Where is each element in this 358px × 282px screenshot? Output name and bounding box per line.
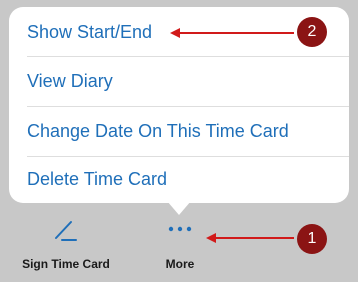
sign-time-card-label: Sign Time Card [22, 257, 110, 271]
menu-item-label: Show Start/End [27, 21, 153, 42]
callout-2: 2 [297, 17, 327, 47]
menu-item-label: Delete Time Card [27, 169, 168, 189]
menu-item-label: View Diary [27, 70, 113, 91]
screen: Show Start/End View Diary Change Date On… [0, 0, 358, 282]
more-label: More [165, 257, 195, 271]
menu-item-change-date[interactable]: Change Date On This Time Card [9, 106, 349, 156]
callout-1: 1 [297, 224, 327, 254]
pen-icon [52, 212, 80, 246]
menu-item-label: Change Date On This Time Card [27, 120, 289, 141]
menu-item-view-diary[interactable]: View Diary [9, 56, 349, 106]
more-button[interactable]: More [140, 212, 220, 276]
ellipsis-icon [165, 212, 195, 246]
menu-item-delete-time-card[interactable]: Delete Time Card [9, 156, 349, 203]
sign-time-card-button[interactable]: Sign Time Card [10, 212, 122, 276]
